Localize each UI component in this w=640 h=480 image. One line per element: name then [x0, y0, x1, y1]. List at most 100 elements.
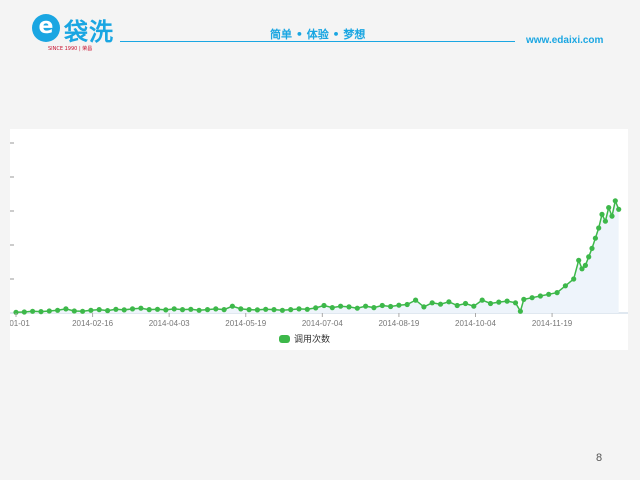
- data-point[interactable]: [146, 307, 152, 313]
- data-point[interactable]: [421, 304, 427, 310]
- data-point[interactable]: [329, 305, 335, 311]
- data-point[interactable]: [204, 307, 211, 313]
- data-point[interactable]: [138, 305, 144, 311]
- data-point[interactable]: [462, 300, 469, 307]
- data-point[interactable]: [271, 307, 277, 313]
- data-point[interactable]: [21, 309, 27, 315]
- data-point[interactable]: [479, 297, 485, 303]
- data-point[interactable]: [429, 300, 435, 306]
- data-point[interactable]: [521, 296, 527, 302]
- data-point[interactable]: [313, 305, 319, 311]
- data-point[interactable]: [606, 205, 612, 211]
- x-tick-label: 2014-10-04: [455, 319, 496, 328]
- data-point[interactable]: [592, 235, 599, 241]
- data-point[interactable]: [612, 198, 618, 204]
- data-point[interactable]: [196, 307, 202, 313]
- data-point[interactable]: [602, 218, 609, 224]
- chart-grid: [10, 142, 628, 314]
- data-point[interactable]: [163, 307, 169, 313]
- chart-points: [13, 198, 622, 315]
- data-point[interactable]: [188, 306, 194, 312]
- data-point[interactable]: [446, 299, 452, 305]
- header-divider: [120, 41, 515, 42]
- data-point[interactable]: [279, 307, 285, 313]
- data-point[interactable]: [437, 301, 444, 307]
- data-point[interactable]: [517, 308, 523, 314]
- data-point[interactable]: [496, 299, 502, 305]
- data-point[interactable]: [546, 291, 552, 297]
- data-point[interactable]: [363, 303, 369, 309]
- logo-mark: e: [32, 14, 60, 42]
- data-point[interactable]: [589, 245, 595, 251]
- legend-swatch[interactable]: [279, 335, 290, 343]
- data-point[interactable]: [30, 308, 36, 314]
- data-point[interactable]: [238, 306, 244, 312]
- data-point[interactable]: [288, 307, 294, 313]
- data-point[interactable]: [121, 307, 127, 313]
- legend-label[interactable]: 调用次数: [294, 333, 330, 345]
- data-point[interactable]: [562, 283, 569, 289]
- data-point[interactable]: [254, 307, 260, 313]
- data-point[interactable]: [571, 276, 577, 282]
- data-point[interactable]: [213, 306, 219, 312]
- data-point[interactable]: [113, 306, 119, 312]
- data-point[interactable]: [616, 206, 622, 212]
- series-line: [15, 198, 620, 314]
- data-point[interactable]: [129, 306, 136, 312]
- data-point[interactable]: [504, 298, 510, 304]
- data-point[interactable]: [454, 302, 460, 309]
- x-tick-label: 2014-08-19: [378, 319, 419, 328]
- data-point[interactable]: [179, 307, 186, 313]
- data-point[interactable]: [46, 308, 52, 314]
- data-point[interactable]: [487, 300, 494, 307]
- data-point[interactable]: [80, 308, 86, 314]
- data-point[interactable]: [599, 211, 605, 217]
- data-point[interactable]: [609, 213, 615, 219]
- data-point[interactable]: [354, 305, 360, 311]
- data-point[interactable]: [582, 262, 589, 268]
- data-point[interactable]: [263, 306, 269, 312]
- data-point[interactable]: [63, 306, 69, 312]
- data-point[interactable]: [512, 300, 519, 306]
- data-point[interactable]: [576, 257, 582, 263]
- data-point[interactable]: [221, 307, 227, 313]
- data-point[interactable]: [229, 303, 235, 309]
- data-point[interactable]: [404, 301, 410, 308]
- data-point[interactable]: [371, 305, 377, 311]
- data-point[interactable]: [586, 254, 592, 260]
- data-point[interactable]: [321, 302, 327, 309]
- data-point[interactable]: [154, 306, 161, 312]
- data-point[interactable]: [388, 303, 394, 310]
- data-point[interactable]: [304, 306, 310, 312]
- data-point[interactable]: [55, 307, 61, 313]
- data-point[interactable]: [554, 290, 560, 296]
- data-point[interactable]: [246, 307, 252, 313]
- chart-legend[interactable]: 调用次数: [279, 333, 330, 345]
- website-url: www.edaixi.com: [526, 35, 604, 46]
- data-point[interactable]: [71, 308, 77, 314]
- data-point[interactable]: [338, 303, 344, 309]
- data-point[interactable]: [379, 302, 385, 309]
- data-point[interactable]: [529, 295, 535, 301]
- data-point[interactable]: [171, 306, 177, 312]
- chart-area-fill: [16, 200, 619, 313]
- header-slogan: 简单 • 体验 • 梦想: [270, 28, 366, 41]
- data-point[interactable]: [96, 307, 102, 313]
- data-point[interactable]: [296, 306, 302, 312]
- chart-series-line: [15, 198, 620, 314]
- page-number: 8: [596, 452, 603, 464]
- x-tick-label: 2014-11-19: [532, 319, 573, 328]
- data-point[interactable]: [537, 293, 544, 299]
- data-point[interactable]: [346, 304, 352, 310]
- x-tick-label: 4-01-01: [10, 319, 30, 328]
- data-point[interactable]: [413, 297, 419, 303]
- data-point[interactable]: [88, 307, 94, 313]
- data-point[interactable]: [38, 309, 44, 315]
- data-point[interactable]: [596, 225, 602, 231]
- line-chart: 4-01-01 2014-02-16 2014-04-03 2014-05-19 201…: [10, 142, 628, 345]
- data-point[interactable]: [105, 308, 111, 314]
- x-axis-ticks: 4-01-01 2014-02-16 2014-04-03 2014-05-19 201…: [10, 313, 573, 328]
- data-point[interactable]: [471, 303, 477, 309]
- x-tick-label: 2014-04-03: [149, 319, 190, 328]
- data-point[interactable]: [396, 302, 402, 308]
